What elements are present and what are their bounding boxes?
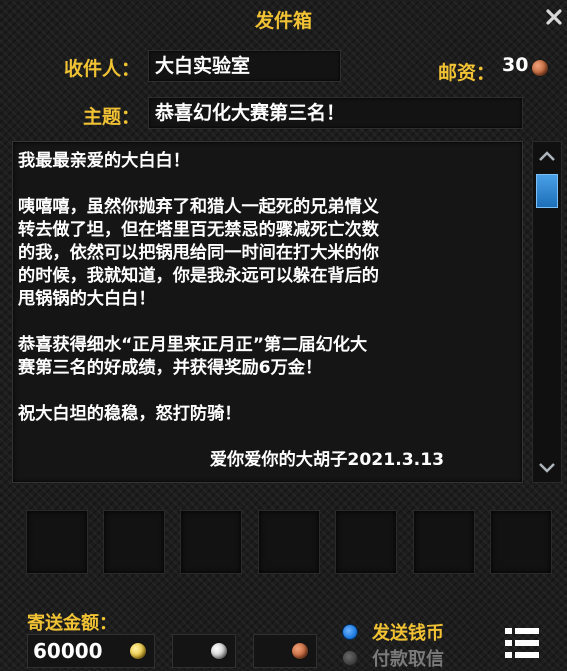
close-icon[interactable] xyxy=(543,6,565,28)
copper-coin-icon xyxy=(532,60,548,80)
cod-option[interactable]: 付款取信 xyxy=(342,645,444,671)
letter-paragraph: 祝大白坦的稳稳，怒打防骑！ xyxy=(18,404,242,424)
gold-amount-field[interactable]: 60000 xyxy=(27,634,155,668)
recipient-label: 收件人： xyxy=(63,58,140,80)
send-coin-label: 发送钱币 xyxy=(372,623,444,644)
scroll-up-icon[interactable] xyxy=(533,142,561,170)
recipient-field[interactable]: 大白实验室 xyxy=(148,50,341,82)
attachment-slot[interactable] xyxy=(490,510,552,574)
attachment-slot[interactable] xyxy=(258,510,320,574)
letter-body[interactable]: 我最最亲爱的大白白！ 咦嘻嘻，虽然你抛弃了和猎人一起死的兄弟情义 转去做了坦，但… xyxy=(12,141,523,483)
scroll-thumb[interactable] xyxy=(536,174,558,208)
send-money-label: 寄送金额： xyxy=(27,613,117,634)
attachment-slot[interactable] xyxy=(180,510,242,574)
gold-coin-icon xyxy=(130,643,146,659)
menu-icon[interactable] xyxy=(504,626,540,660)
letter-paragraph: 咦嘻嘻，虽然你抛弃了和猎人一起死的兄弟情义 转去做了坦，但在塔里百无禁忌的骤减死… xyxy=(18,197,379,309)
copper-coin-icon xyxy=(292,643,308,659)
cod-label: 付款取信 xyxy=(372,649,444,670)
gold-amount-value: 60000 xyxy=(33,639,103,663)
letter-paragraph: 恭喜获得细水“正月里来正月正”第二届幻化大 赛第三名的好成绩，并获得奖励6万金！ xyxy=(18,335,368,378)
subject-label: 主题： xyxy=(82,106,140,128)
send-coin-option[interactable]: 发送钱币 xyxy=(342,619,444,645)
letter-scrollbar[interactable] xyxy=(532,141,562,483)
attachment-slot[interactable] xyxy=(335,510,397,574)
window-title: 发件箱 xyxy=(254,10,312,32)
silver-amount-field[interactable] xyxy=(172,634,236,668)
attachment-slot[interactable] xyxy=(103,510,165,574)
silver-coin-icon xyxy=(211,643,227,659)
subject-field[interactable]: 恭喜幻化大赛第三名！ xyxy=(148,97,523,129)
postage-value: 30 xyxy=(502,54,529,76)
copper-amount-field[interactable] xyxy=(253,634,317,668)
attachment-slot[interactable] xyxy=(413,510,475,574)
postage-label: 邮资： xyxy=(438,62,496,84)
attachment-slot[interactable] xyxy=(26,510,88,574)
scroll-down-icon[interactable] xyxy=(533,454,561,482)
radio-selected-icon[interactable] xyxy=(342,624,358,640)
letter-paragraph: 我最最亲爱的大白白！ xyxy=(18,151,190,171)
radio-unselected-icon[interactable] xyxy=(342,650,358,666)
letter-signature: 爱你爱你的大胡子2021.3.13 xyxy=(209,450,445,470)
